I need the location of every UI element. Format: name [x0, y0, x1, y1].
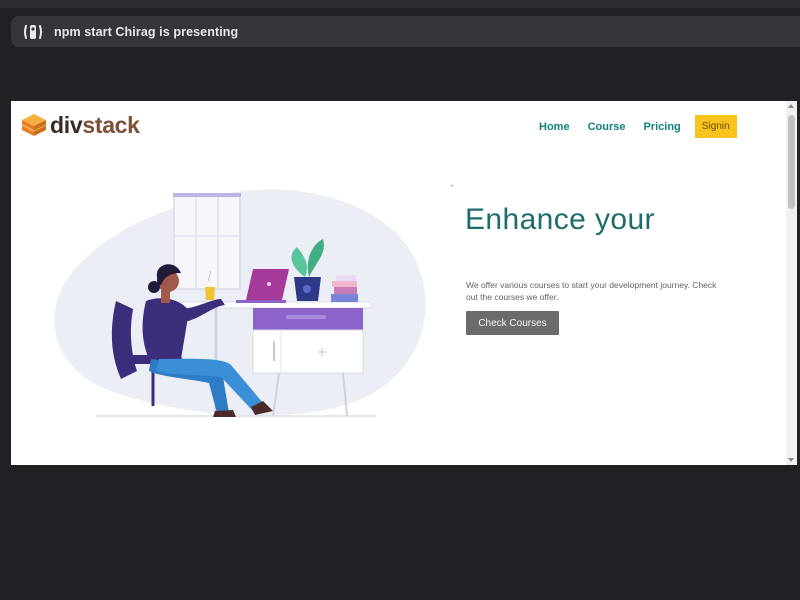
nav-pricing-link[interactable]: Pricing: [643, 121, 680, 133]
check-courses-button[interactable]: Check Courses: [466, 311, 559, 335]
shared-screen: divstack Home Course Pricing Signin + ⌁ …: [11, 101, 797, 465]
logo-wordmark: divstack: [50, 112, 140, 138]
presenting-icon: [22, 21, 44, 43]
logo-wordmark-div: div: [50, 112, 83, 138]
presenting-banner-text: npm start Chirag is presenting: [54, 24, 239, 39]
hero-illustration: +: [54, 189, 426, 417]
scroll-up-icon[interactable]: [788, 104, 794, 108]
stacked-boxes-logo-icon: [21, 114, 47, 136]
hero-headline: Enhance your: [465, 203, 655, 236]
site-logo[interactable]: divstack: [20, 112, 140, 138]
page-scrollbar[interactable]: [786, 101, 797, 465]
presenting-banner: npm start Chirag is presenting: [11, 16, 800, 47]
nav-course-link[interactable]: Course: [588, 121, 626, 133]
svg-text:+: +: [317, 345, 327, 359]
nav-home-link[interactable]: Home: [539, 121, 570, 133]
logo-wordmark-stack: stack: [82, 112, 140, 138]
hero-description: We offer various courses to start your d…: [466, 280, 717, 302]
cursor-icon: ⌁: [450, 181, 455, 190]
scroll-down-icon[interactable]: [788, 458, 794, 462]
meeting-top-strip: [0, 0, 800, 8]
signin-button[interactable]: Signin: [694, 115, 737, 138]
site-nav: Home Course Pricing Signin: [539, 115, 737, 138]
scrollbar-thumb[interactable]: [788, 115, 795, 209]
